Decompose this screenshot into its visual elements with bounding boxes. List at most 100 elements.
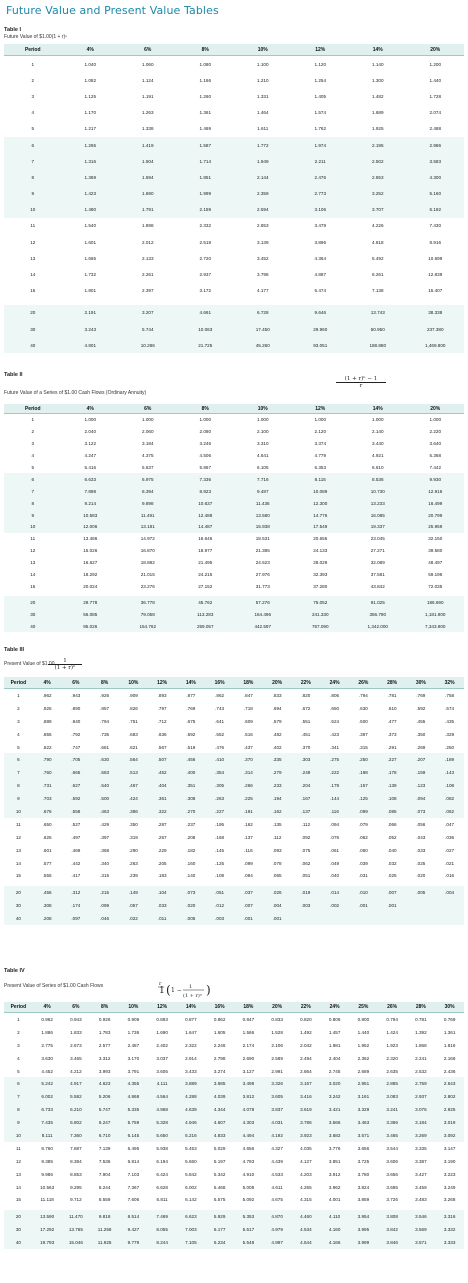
col-header: 22% bbox=[291, 677, 321, 689]
value-cell: .442 bbox=[71, 860, 81, 866]
value-cell: 4.265 bbox=[300, 1184, 312, 1190]
value-cell: .322 bbox=[147, 805, 177, 818]
period-cell: 8 bbox=[4, 1103, 33, 1117]
table-1-col-header: 4% bbox=[61, 44, 119, 56]
value-cell bbox=[291, 912, 321, 926]
value-cell: .540 bbox=[90, 779, 119, 793]
value-cell: .650 bbox=[42, 821, 52, 827]
value-cell: .112 bbox=[301, 821, 311, 827]
value-cell: 4.639 bbox=[176, 1103, 206, 1117]
value-cell: 5.517 bbox=[234, 1223, 263, 1237]
value-cell: 4.127 bbox=[300, 1158, 312, 1164]
value-cell: 0.943 bbox=[70, 1016, 82, 1022]
value-cell: 241.330 bbox=[291, 608, 349, 621]
value-cell: 18.292 bbox=[83, 572, 98, 578]
value-cell: 4.110 bbox=[320, 1210, 349, 1224]
value-cell: .579 bbox=[272, 718, 282, 724]
value-cell: 3.619 bbox=[291, 1103, 321, 1117]
table-row: 10 12.006 13.181 14.487 15.938 17.549 19.337 25… bbox=[4, 521, 464, 533]
value-cell: 16.085 bbox=[349, 509, 407, 522]
value-cell: 17.292 bbox=[32, 1223, 62, 1237]
value-cell: .205 bbox=[157, 860, 167, 866]
value-cell: 0.877 bbox=[185, 1016, 197, 1022]
table-row: 4 1.170 1.263 1.361 1.464 1.574 1.689 2.074 bbox=[4, 105, 464, 121]
value-cell: .085 bbox=[377, 805, 407, 818]
value-cell: 4.623 bbox=[90, 1077, 119, 1091]
value-cell: 3.459 bbox=[415, 1184, 427, 1190]
value-cell: .476 bbox=[215, 744, 225, 750]
col-header: 6% bbox=[61, 677, 91, 689]
value-cell: .350 bbox=[416, 731, 426, 737]
value-cell: 3.962 bbox=[328, 1184, 341, 1190]
value-cell: .826 bbox=[128, 705, 138, 711]
value-cell: 3.786 bbox=[291, 1116, 321, 1130]
table-row: 4 .855 .792 .735 .683 .636 .592 .552 .516 .482 .45… bbox=[4, 728, 464, 741]
value-cell: 6.234 bbox=[205, 1236, 234, 1250]
table-row: 30.308.174.099.057.033.020.012.007.004.0… bbox=[4, 899, 464, 913]
col-header: 28% bbox=[377, 677, 407, 689]
value-cell: .168 bbox=[215, 834, 225, 840]
col-header: 32% bbox=[435, 677, 464, 689]
value-cell: .050 bbox=[358, 847, 368, 853]
value-cell: 4.303 bbox=[234, 1116, 263, 1130]
table-2-formula: (1 + r)ⁿ − 1 r bbox=[336, 376, 386, 389]
value-cell: 3.139 bbox=[257, 239, 269, 245]
value-cell: 7.003 bbox=[176, 1223, 206, 1237]
value-cell: .551 bbox=[301, 718, 311, 724]
value-cell: 4.818 bbox=[372, 239, 384, 245]
value-cell: .208 bbox=[32, 912, 62, 926]
value-cell: 3.147 bbox=[443, 1145, 456, 1151]
table-row: 14 .577 .442 .340 .263 .205 .160 .125 .099 .078 .0… bbox=[4, 857, 464, 870]
value-cell: 2.518 bbox=[199, 239, 212, 245]
period-cell: 10 bbox=[4, 521, 62, 533]
value-cell: .558 bbox=[61, 805, 91, 818]
value-cell: .319 bbox=[128, 834, 138, 840]
value-cell: 3.923 bbox=[291, 1129, 321, 1142]
table-4-header-row: Period 4% 6% 8% 10% 12% 14% 16% 18% 20% 22% 24% 25% 2… bbox=[4, 1002, 464, 1013]
value-cell: 1.191 bbox=[142, 93, 154, 99]
value-cell: 1.762 bbox=[314, 126, 327, 132]
value-cell: 1.601 bbox=[84, 239, 97, 245]
table-3: Period 4% 6% 8% 10% 12% 14% 16% 18% 20% 22% 24% 26% 2… bbox=[4, 677, 464, 926]
value-cell: 4.166 bbox=[320, 1236, 349, 1250]
value-cell: .005 bbox=[406, 886, 436, 900]
value-cell: 1.714 bbox=[176, 153, 234, 170]
period-cell: 10 bbox=[4, 201, 62, 218]
value-cell: 1.690 bbox=[119, 185, 177, 202]
value-cell: 2.853 bbox=[349, 169, 407, 186]
value-cell: 1.949 bbox=[234, 153, 292, 170]
value-cell: 1.574 bbox=[314, 110, 327, 116]
table-3-heading: Table III bbox=[4, 647, 25, 653]
value-cell: 1.338 bbox=[142, 126, 154, 132]
value-cell: 11.491 bbox=[119, 509, 177, 522]
table-row: 3 2.775 2.673 2.577 2.487 2.402 2.322 2.246 2.17… bbox=[4, 1039, 464, 1052]
table-row: 15 11.118 9.712 8.559 7.606 6.811 6.142 5.575 5.… bbox=[4, 1193, 464, 1206]
period-cell: 13 bbox=[30, 255, 36, 261]
value-cell: .020 bbox=[176, 899, 206, 913]
value-cell: 3.912 bbox=[328, 1171, 341, 1177]
value-cell: 9.295 bbox=[70, 1184, 82, 1190]
value-cell: 767.090 bbox=[291, 620, 349, 633]
value-cell: .340 bbox=[100, 860, 110, 866]
value-cell: 1.254 bbox=[314, 77, 327, 83]
period-cell: 14 bbox=[30, 272, 36, 278]
value-cell: 1.000 bbox=[257, 417, 269, 423]
table-row: 1 .962 .943 .926 .909 .893 .877 .862 .847 .833 .82… bbox=[4, 689, 464, 702]
table-1-col-header: 14% bbox=[349, 44, 407, 56]
value-cell: 36.778 bbox=[119, 596, 177, 609]
value-cell: 1.647 bbox=[185, 1029, 197, 1035]
value-cell: .625 bbox=[42, 834, 52, 840]
value-cell: 2.594 bbox=[234, 201, 292, 218]
value-cell: 3.421 bbox=[320, 1103, 349, 1117]
period-cell: 2 bbox=[17, 705, 20, 711]
value-cell: 8.559 bbox=[98, 1197, 111, 1203]
period-cell: 7 bbox=[4, 153, 62, 170]
value-cell: .397 bbox=[358, 731, 368, 737]
value-cell: .025 bbox=[416, 860, 426, 866]
value-cell: 8.394 bbox=[119, 485, 177, 498]
period-cell: 4 bbox=[17, 731, 20, 737]
value-cell: 1.200 bbox=[429, 61, 442, 67]
value-cell: .315 bbox=[358, 744, 368, 750]
value-cell: 5.335 bbox=[119, 1103, 148, 1117]
value-cell: .191 bbox=[234, 805, 263, 818]
